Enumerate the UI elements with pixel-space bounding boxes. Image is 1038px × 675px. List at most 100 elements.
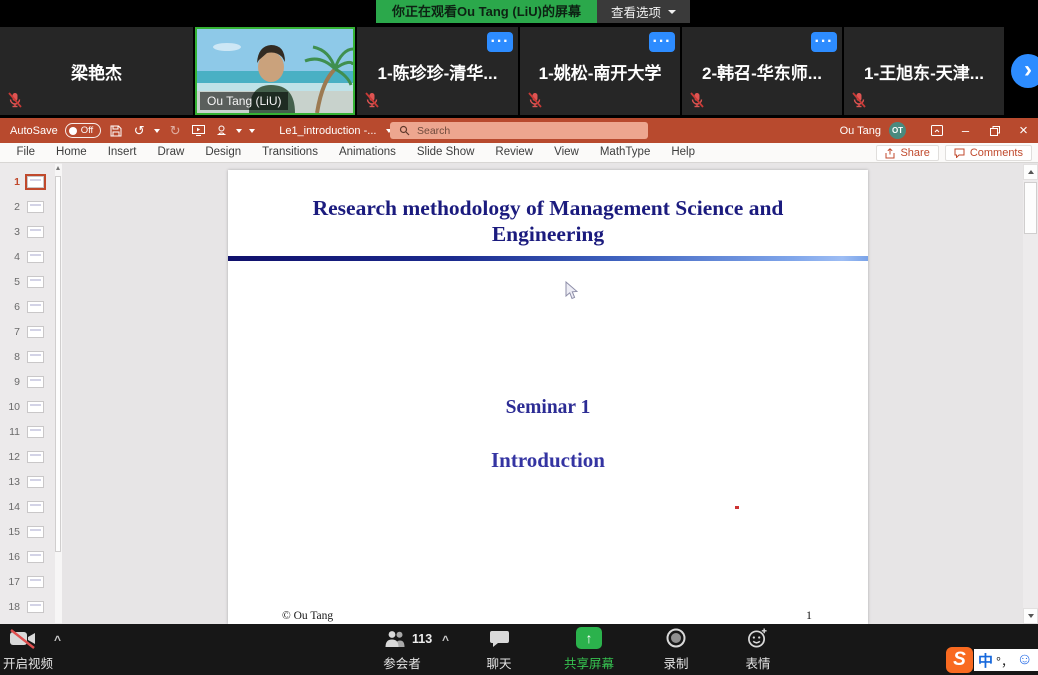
record-icon[interactable] [666, 628, 686, 648]
avatar[interactable]: OT [889, 122, 906, 139]
reactions-icon[interactable] [747, 627, 768, 649]
slide-thumbnail[interactable]: 3 [0, 219, 62, 244]
share-button[interactable]: Share [876, 145, 938, 161]
undo-icon[interactable]: ↺ [131, 124, 147, 137]
slide-thumbnail[interactable]: 13 [0, 469, 62, 494]
slide-number: 4 [7, 251, 20, 263]
slide-thumbnail-image [27, 276, 44, 288]
ribbon-display-options-button[interactable] [922, 118, 951, 143]
slide-thumbnail[interactable]: 16 [0, 544, 62, 569]
autosave-state: Off [81, 125, 94, 136]
search-icon [399, 125, 410, 136]
ribbon-tab[interactable]: Slide Show [406, 143, 485, 162]
slide-thumbnail[interactable]: 10 [0, 394, 62, 419]
undo-dropdown-icon[interactable] [154, 129, 160, 133]
video-options-chevron[interactable]: ^ [54, 633, 61, 647]
ime-emoji-icon[interactable]: ☺ [1017, 651, 1033, 669]
participant-tile-video[interactable]: Ou Tang (LiU) [195, 27, 355, 115]
slide-thumbnail[interactable]: 11 [0, 419, 62, 444]
scroll-down-button[interactable] [1023, 608, 1038, 624]
ribbon-tab[interactable]: Draw [147, 143, 195, 162]
participant-tile[interactable]: ··· 1-姚松-南开大学 [520, 27, 680, 115]
autosave-toggle[interactable]: Off [65, 123, 102, 138]
ppt-titlebar: AutoSave Off ↺ ↻ Le1_introduction -... O… [0, 118, 1038, 143]
ribbon-tab[interactable]: Animations [328, 143, 406, 162]
participant-tile[interactable]: ··· 2-韩召-华东师... [682, 27, 842, 115]
scrollbar-thumb[interactable] [55, 176, 61, 552]
slide-canvas[interactable]: Research methodology of Management Scien… [228, 170, 868, 624]
participant-tile[interactable]: 梁艳杰 [0, 27, 193, 115]
ribbon-tab[interactable]: View [544, 143, 590, 162]
slide-number: 12 [7, 451, 20, 463]
slide-thumbnail[interactable]: 9 [0, 369, 62, 394]
meeting-toolbar: ^ 开启视频 113 ^ 参会者 聊天 ↑ 共享屏幕 录制 表情 S 中 °， … [0, 624, 1038, 675]
restore-button[interactable] [980, 118, 1009, 143]
ribbon-tab[interactable]: Help [661, 143, 706, 162]
search-box[interactable] [390, 122, 648, 139]
quick-access-tool-icon[interactable] [213, 125, 229, 136]
ribbon-tab[interactable]: File [6, 143, 46, 162]
reactions-label[interactable]: 表情 [738, 653, 778, 672]
participants-chevron[interactable]: ^ [442, 633, 449, 647]
redo-icon[interactable]: ↻ [167, 124, 183, 137]
ribbon-tab[interactable]: Transitions [252, 143, 329, 162]
ime-language-indicator[interactable]: 中 [978, 650, 993, 671]
participants-icon[interactable] [384, 630, 408, 648]
slide-number: 9 [7, 376, 20, 388]
start-slideshow-icon[interactable] [190, 125, 206, 136]
participants-count: 113 [412, 632, 432, 646]
minimize-button[interactable]: – [951, 118, 980, 143]
ribbon-tab[interactable]: Review [485, 143, 544, 162]
slide-thumbnail[interactable]: 7 [0, 319, 62, 344]
slide-title: Research methodology of Management Scien… [258, 195, 838, 247]
participant-tile[interactable]: ··· 1-陈珍珍-清华... [357, 27, 518, 115]
slide-thumbnail[interactable]: 18 [0, 594, 62, 619]
slide-thumbnail[interactable]: 5 [0, 269, 62, 294]
participant-tile[interactable]: 1-王旭东-天津... [844, 27, 1004, 115]
scroll-up-button[interactable] [1023, 164, 1038, 180]
slide-thumbnail[interactable]: 8 [0, 344, 62, 369]
close-button[interactable]: × [1009, 118, 1038, 143]
slide-thumbnail-panel: 1 2 3 4 5 6 [0, 163, 62, 624]
share-screen-label[interactable]: 共享屏幕 [556, 653, 622, 672]
slide-number: 3 [7, 226, 20, 238]
view-options-button[interactable]: 查看选项 [597, 0, 690, 23]
ribbon-tab[interactable]: MathType [589, 143, 661, 162]
start-video-label[interactable]: 开启视频 [0, 653, 56, 672]
chat-icon[interactable] [489, 630, 510, 648]
next-participants-button[interactable]: › [1011, 54, 1038, 88]
participants-label[interactable]: 参会者 [372, 653, 432, 672]
slide-thumbnail[interactable]: 14 [0, 494, 62, 519]
share-screen-icon[interactable]: ↑ [576, 627, 602, 649]
sogou-ime-icon[interactable]: S [946, 647, 973, 673]
slide-thumbnail[interactable]: 6 [0, 294, 62, 319]
camera-off-icon[interactable] [8, 628, 38, 650]
save-icon[interactable] [108, 125, 124, 137]
search-input[interactable] [417, 125, 617, 137]
ribbon-tab[interactable]: Design [195, 143, 252, 162]
scrollbar-thumb[interactable] [1024, 182, 1037, 234]
thumbnail-scrollbar[interactable] [55, 164, 62, 623]
ime-punctuation-indicator[interactable]: °， [996, 651, 1014, 670]
ribbon-tab[interactable]: Home [46, 143, 98, 162]
slide-thumbnail[interactable]: 17 [0, 569, 62, 594]
document-scrollbar[interactable] [1023, 164, 1038, 624]
comments-button[interactable]: Comments [945, 145, 1032, 161]
record-label[interactable]: 录制 [656, 653, 696, 672]
slide-thumbnail[interactable]: 2 [0, 194, 62, 219]
participant-name: 1-王旭东-天津... [844, 27, 1004, 115]
slide-thumbnail[interactable]: 1 [0, 169, 62, 194]
slide-thumbnail-image [27, 401, 44, 413]
chat-label[interactable]: 聊天 [472, 653, 526, 672]
slide-thumbnail[interactable]: 12 [0, 444, 62, 469]
quick-access-dropdown-icon[interactable] [236, 129, 242, 133]
document-title[interactable]: Le1_introduction -... [279, 125, 392, 137]
slide-number: 7 [7, 326, 20, 338]
customize-toolbar-icon[interactable] [249, 129, 255, 133]
ribbon-tab-row: FileHomeInsertDrawDesignTransitionsAnima… [0, 143, 1038, 163]
account-name[interactable]: Ou Tang [840, 125, 881, 137]
slide-thumbnail-image [27, 326, 44, 338]
ribbon-tab[interactable]: Insert [97, 143, 147, 162]
slide-thumbnail[interactable]: 15 [0, 519, 62, 544]
slide-thumbnail[interactable]: 4 [0, 244, 62, 269]
